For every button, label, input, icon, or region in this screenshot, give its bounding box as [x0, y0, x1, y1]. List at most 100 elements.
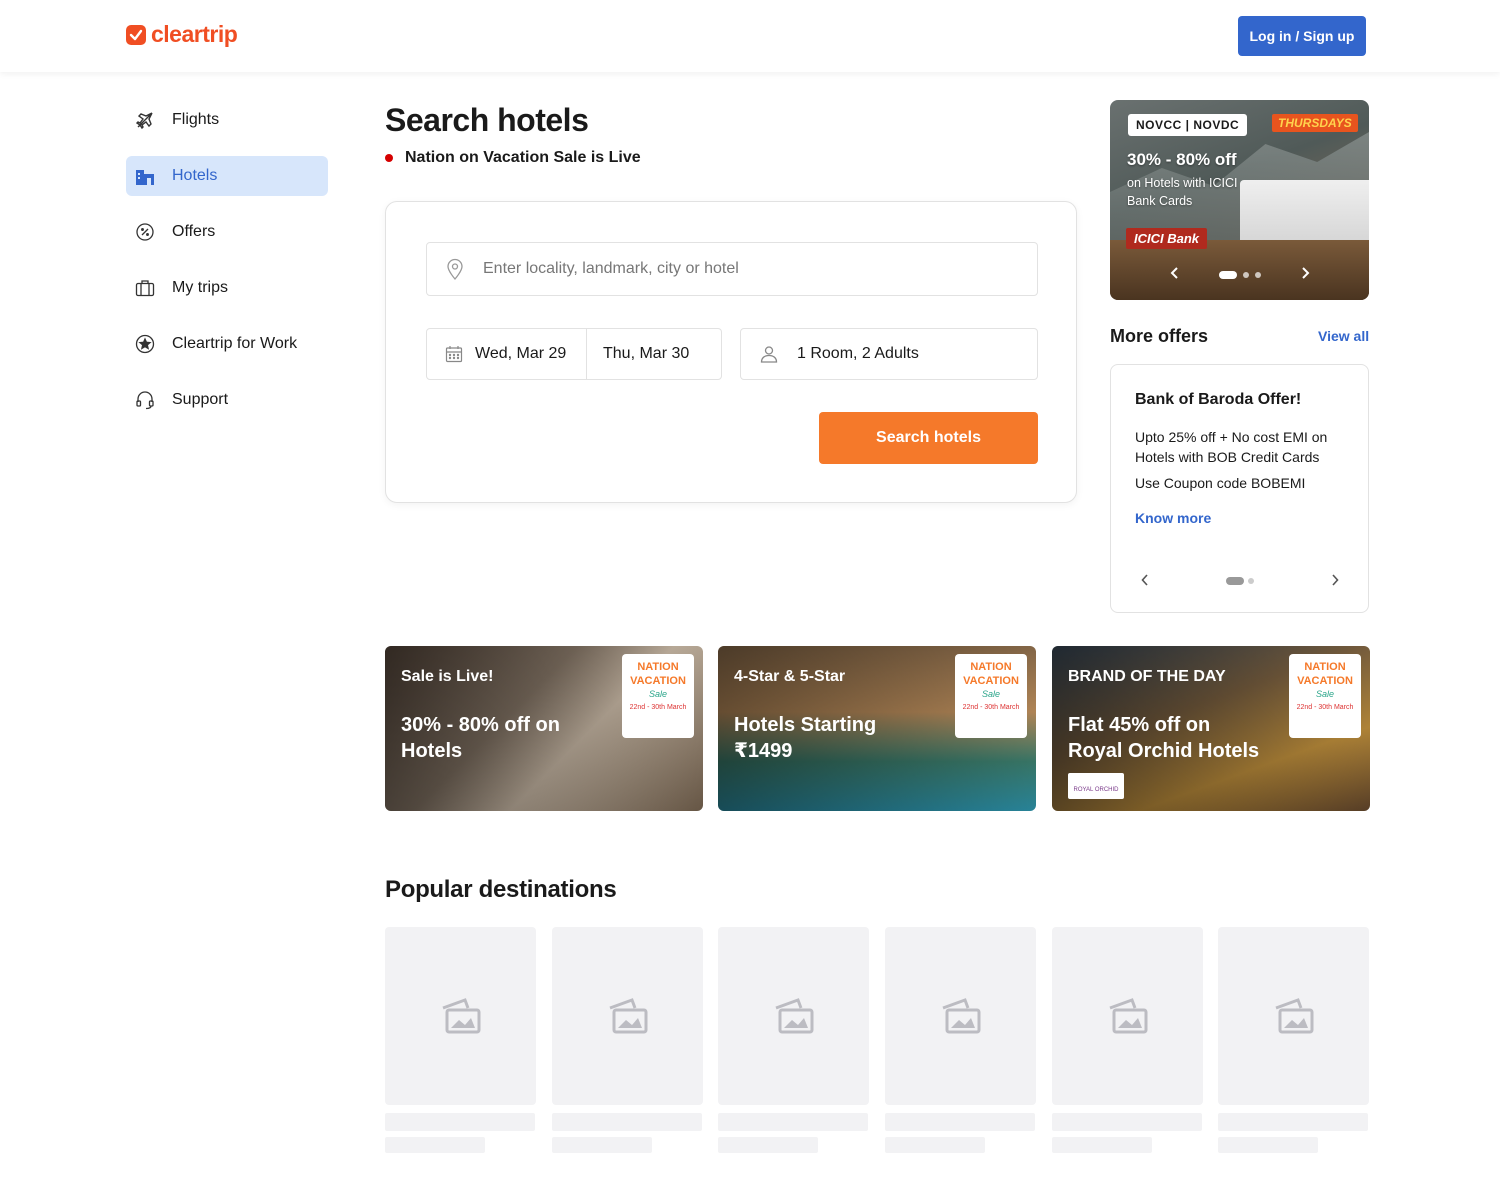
sale-live-text: Nation on Vacation Sale is Live — [405, 149, 641, 166]
banner-small-text: 4-Star & 5-Star — [734, 668, 846, 685]
badge-line1: NATION — [1304, 661, 1346, 673]
carousel-dot[interactable] — [1255, 272, 1261, 278]
hotel-search-form: Wed, Mar 29 Thu, Mar 30 1 Room, 2 Adults… — [385, 201, 1077, 503]
sidebar-item-support[interactable]: Support — [126, 380, 328, 420]
image-placeholder-icon — [885, 927, 1036, 1105]
banner-big-text: Hotels Starting ₹1499 — [734, 714, 877, 762]
star-badge-icon — [134, 333, 156, 355]
banner-small-text: Sale is Live! — [401, 668, 494, 685]
sidebar-item-label: Cleartrip for Work — [172, 335, 298, 352]
sidebar-item-cleartrip-for-work[interactable]: Cleartrip for Work — [126, 324, 328, 364]
sidebar-item-hotels[interactable]: Hotels — [126, 156, 328, 196]
badge-line1: NATION — [970, 661, 1012, 673]
map-pin-icon — [445, 258, 465, 280]
airplane-icon — [134, 109, 156, 131]
checkin-date[interactable]: Wed, Mar 29 — [427, 329, 587, 379]
skeleton-line — [885, 1113, 1035, 1131]
skeleton-line — [552, 1137, 652, 1153]
sidebar-item-offers[interactable]: Offers — [126, 212, 328, 252]
search-hotels-button[interactable]: Search hotels — [819, 412, 1038, 464]
carousel-dot-active[interactable] — [1226, 577, 1244, 585]
sale-live-indicator: Nation on Vacation Sale is Live — [385, 149, 641, 167]
live-dot-icon — [385, 154, 393, 162]
top-header: cleartrip Log in / Sign up — [0, 0, 1500, 72]
hotel-icon — [134, 165, 156, 187]
skeleton-line — [718, 1137, 818, 1153]
skeleton-line — [385, 1137, 485, 1153]
carousel-dots — [1226, 577, 1254, 585]
skeleton-line — [552, 1113, 702, 1131]
offer-description: Upto 25% off + No cost EMI on Hotels wit… — [1135, 429, 1328, 465]
destination-tile[interactable] — [718, 927, 869, 1153]
guests-value: 1 Room, 2 Adults — [797, 345, 919, 362]
badge-line3: Sale — [1315, 689, 1334, 699]
calendar-icon — [445, 345, 463, 363]
offer-card: Bank of Baroda Offer! Upto 25% off + No … — [1110, 364, 1369, 613]
view-all-link[interactable]: View all — [1318, 328, 1369, 344]
logo-check-icon — [126, 24, 146, 45]
sidebar-item-label: My trips — [172, 279, 228, 296]
badge-line3: Sale — [648, 689, 667, 699]
location-field[interactable] — [426, 242, 1038, 296]
logo-text: cleartrip — [151, 21, 238, 47]
badge-line3: Sale — [981, 689, 1000, 699]
date-range-picker[interactable]: Wed, Mar 29 Thu, Mar 30 — [426, 328, 722, 380]
carousel-dot[interactable] — [1248, 578, 1254, 584]
rooms-guests-selector[interactable]: 1 Room, 2 Adults — [740, 328, 1038, 380]
image-placeholder-icon — [718, 927, 869, 1105]
sidebar-item-label: Offers — [172, 223, 216, 240]
icici-offer-banner[interactable]: NOVCC | NOVDC THURSDAYS 30% - 80% off on… — [1110, 100, 1369, 300]
carousel-dots — [1219, 271, 1261, 279]
promo-banner-brand-of-day[interactable]: BRAND OF THE DAY Flat 45% off on Royal O… — [1052, 646, 1370, 811]
sidebar-item-label: Flights — [172, 111, 220, 128]
badge-line2: VACATION — [630, 675, 686, 687]
chevron-right-icon[interactable] — [1300, 266, 1310, 284]
destination-tile[interactable] — [552, 927, 703, 1153]
chevron-left-icon[interactable] — [1141, 573, 1149, 589]
hero-offer-headline: 30% - 80% off — [1127, 150, 1237, 169]
destination-tile[interactable] — [1052, 927, 1203, 1153]
badge-dates: 22nd - 30th March — [962, 704, 1020, 711]
offer-title: Bank of Baroda Offer! — [1135, 391, 1302, 408]
know-more-link[interactable]: Know more — [1135, 510, 1211, 526]
cleartrip-logo[interactable]: cleartrip — [126, 21, 238, 48]
destination-tile[interactable] — [385, 927, 536, 1153]
sidebar-item-flights[interactable]: Flights — [126, 100, 328, 140]
checkin-value: Wed, Mar 29 — [475, 345, 567, 362]
login-signup-button[interactable]: Log in / Sign up — [1238, 16, 1366, 56]
coupon-codes: NOVCC | NOVDC — [1128, 114, 1248, 136]
sidebar-item-label: Hotels — [172, 167, 218, 184]
chevron-left-icon[interactable] — [1170, 266, 1180, 284]
image-placeholder-icon — [1218, 927, 1369, 1105]
skeleton-line — [1218, 1137, 1318, 1153]
icici-bank-logo: ICICI Bank — [1126, 228, 1208, 249]
more-offers-title: More offers — [1110, 326, 1209, 346]
sidebar-item-my-trips[interactable]: My trips — [126, 268, 328, 308]
promo-banner-star-hotels[interactable]: 4-Star & 5-Star Hotels Starting ₹1499 NA… — [718, 646, 1036, 811]
promo-banner-sale[interactable]: Sale is Live! 30% - 80% off on Hotels NA… — [385, 646, 703, 811]
checkout-date[interactable]: Thu, Mar 30 — [587, 345, 689, 363]
badge-dates: 22nd - 30th March — [629, 704, 687, 711]
image-placeholder-icon — [552, 927, 703, 1105]
user-icon — [759, 344, 779, 364]
banner-big-text: 30% - 80% off on Hotels — [401, 714, 560, 762]
thursdays-tag: THURSDAYS — [1272, 114, 1358, 132]
nation-on-vacation-badge: NATION VACATION Sale 22nd - 30th March — [622, 654, 694, 738]
skeleton-line — [718, 1113, 868, 1131]
skeleton-line — [1052, 1137, 1152, 1153]
location-input[interactable] — [483, 260, 1003, 278]
nation-on-vacation-badge: NATION VACATION Sale 22nd - 30th March — [955, 654, 1027, 738]
destination-tile[interactable] — [1218, 927, 1369, 1153]
carousel-dot[interactable] — [1243, 272, 1249, 278]
destination-tile[interactable] — [885, 927, 1036, 1153]
offer-coupon: Use Coupon code BOBEMI — [1135, 475, 1306, 491]
royal-orchid-logo: ROYAL ORCHID — [1068, 773, 1124, 799]
carousel-dot-active[interactable] — [1219, 271, 1237, 279]
headset-icon — [134, 389, 156, 411]
banner-small-text: BRAND OF THE DAY — [1068, 668, 1226, 685]
skeleton-line — [1052, 1113, 1202, 1131]
badge-dates: 22nd - 30th March — [1296, 704, 1354, 711]
chevron-right-icon[interactable] — [1331, 573, 1339, 589]
image-placeholder-icon — [1052, 927, 1203, 1105]
skeleton-line — [1218, 1113, 1368, 1131]
